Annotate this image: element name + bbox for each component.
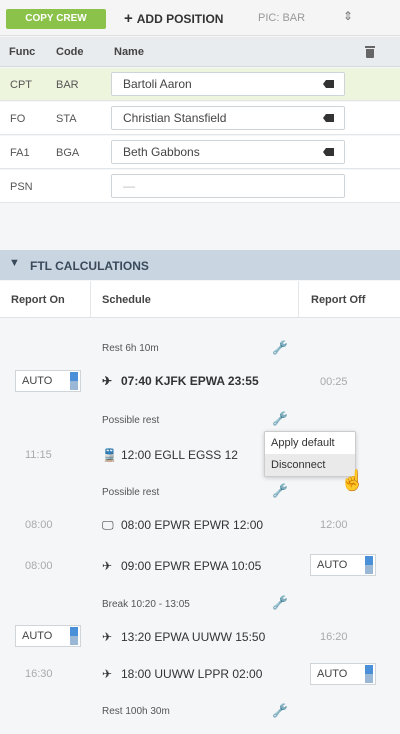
leg-text: 08:00 EPWR EPWR 12:00 [121,518,264,532]
header-report-off: Report Off [311,294,366,306]
report-on-time: 08:00 [25,560,53,572]
leg-row[interactable]: 🖵 08:00 EPWR EPWR 12:00 [102,518,263,533]
copy-crew-button[interactable]: COPY CREW [6,9,106,29]
report-on-time: 16:30 [25,668,53,680]
plane-icon: ✈ [102,559,113,573]
crew-name-field[interactable]: Beth Gabbons [111,140,345,164]
train-icon: 🚆 [102,448,117,462]
plus-icon: + [124,10,133,27]
crew-row[interactable]: CPT BAR Bartoli Aaron [0,68,400,101]
header-func: Func [9,46,36,58]
leg-text: 09:00 EPWR EPWA 10:05 [121,559,262,573]
wrench-icon[interactable]: 🔧 [272,411,288,427]
rest-label: Possible rest [102,415,160,426]
report-off-time: 16:20 [320,631,348,643]
delete-tag-icon[interactable] [323,114,334,122]
report-off-auto-field[interactable]: AUTO [310,663,376,685]
leg-row[interactable]: 🚆 12:00 EGLL EGSS 12 [102,448,238,462]
stepper-icon[interactable] [70,627,78,645]
wrench-icon[interactable]: 🔧 [272,703,288,719]
auto-value: AUTO [22,630,53,642]
report-off-time: 12:00 [320,519,348,531]
wrench-icon[interactable]: 🔧 [272,340,288,356]
plane-icon: ✈ [102,667,113,681]
crew-table-header: Func Code Name [0,37,400,67]
rest-label: Possible rest [102,487,160,498]
crew-code: BAR [56,79,79,91]
crew-name-field[interactable]: — [111,174,345,198]
auto-value: AUTO [317,668,348,680]
crew-name: Christian Stansfield [123,111,227,125]
ftl-title: FTL CALCULATIONS [30,259,149,273]
delete-tag-icon[interactable] [323,80,334,88]
report-on-auto-field[interactable]: AUTO [15,370,81,392]
crew-func: FA1 [10,147,30,159]
stepper-icon[interactable] [365,556,373,574]
report-on-time: 08:00 [25,519,53,531]
crew-name-field[interactable]: Bartoli Aaron [111,72,345,96]
header-name: Name [114,46,144,58]
report-on-time: 11:15 [25,449,52,461]
rest-label: Break 10:20 - 13:05 [102,599,190,610]
crew-name: Beth Gabbons [123,145,200,159]
stepper-icon[interactable] [70,372,78,390]
crew-func: CPT [10,79,32,91]
crew-name: Bartoli Aaron [123,77,192,91]
header-report-on: Report On [11,294,65,306]
auto-value: AUTO [317,559,348,571]
rest-label: Rest 6h 10m [102,343,159,354]
plane-icon: ✈ [102,630,113,644]
sort-arrows-icon[interactable]: ⇕ [343,10,353,22]
menu-item-apply-default[interactable]: Apply default [265,432,355,454]
add-position-button[interactable]: + ADD POSITION [124,10,223,28]
crew-name-field[interactable]: Christian Stansfield [111,106,345,130]
leg-text: 13:20 EPWA UUWW 15:50 [121,630,266,644]
crew-code: BGA [56,147,80,159]
leg-text: 12:00 EGLL EGSS 12 [121,448,238,462]
crew-row[interactable]: FO STA Christian Stansfield [0,102,400,135]
crew-func: PSN [10,181,33,193]
rest-label: Rest 100h 30m [102,706,170,717]
leg-row[interactable]: ✈ 13:20 EPWA UUWW 15:50 [102,630,265,644]
crew-row[interactable]: PSN — [0,170,400,203]
add-position-label: ADD POSITION [136,12,224,26]
chevron-down-icon: ▼ [9,257,20,269]
wrench-icon[interactable]: 🔧 [272,483,288,499]
trash-icon[interactable] [365,46,375,58]
pic-select[interactable]: PIC: BAR [258,12,305,24]
crew-name: — [123,179,135,193]
crew-row[interactable]: FA1 BGA Beth Gabbons [0,136,400,169]
wrench-icon[interactable]: 🔧 [272,595,288,611]
leg-text: 07:40 KJFK EPWA 23:55 [121,374,259,388]
leg-text: 18:00 UUWW LPPR 02:00 [121,667,263,681]
auto-value: AUTO [22,375,53,387]
report-on-auto-field[interactable]: AUTO [15,625,81,647]
stepper-icon[interactable] [365,665,373,683]
header-code: Code [56,46,84,58]
delete-tag-icon[interactable] [323,148,334,156]
toolbar: COPY CREW + ADD POSITION PIC: BAR ⇕ [0,0,400,36]
leg-row[interactable]: ✈ 09:00 EPWR EPWA 10:05 [102,559,261,573]
report-off-auto-field[interactable]: AUTO [310,554,376,576]
crew-code: STA [56,113,77,125]
plane-icon: ✈ [102,374,113,388]
hand-cursor-icon: ☝ [340,470,365,492]
ftl-section-header[interactable]: ▼ FTL CALCULATIONS [0,250,400,280]
schedule-header: Report On Schedule Report Off [0,281,400,318]
crew-func: FO [10,113,26,125]
monitor-icon: 🖵 [102,518,114,532]
report-off-time: 00:25 [320,376,348,388]
header-schedule: Schedule [102,294,151,306]
leg-row[interactable]: ✈ 18:00 UUWW LPPR 02:00 [102,667,262,681]
leg-row[interactable]: ✈ 07:40 KJFK EPWA 23:55 [102,374,259,388]
